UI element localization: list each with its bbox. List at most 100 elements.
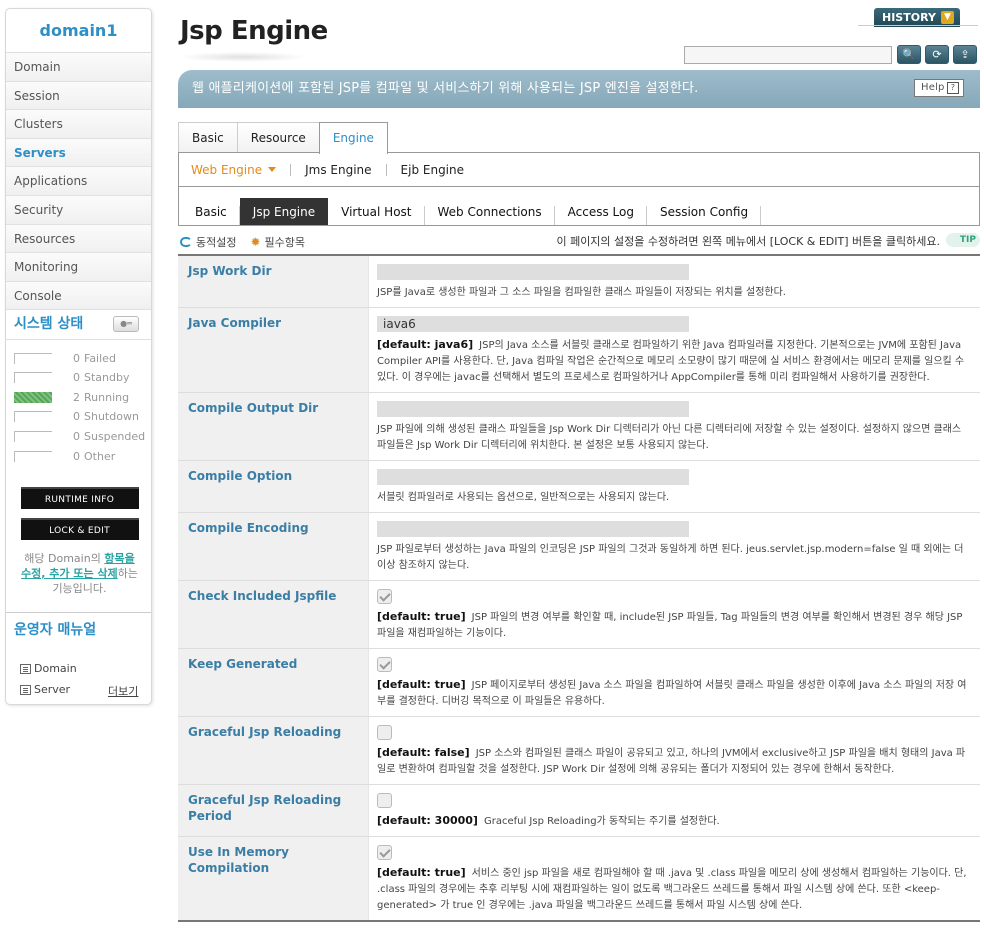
check-included-jspfile-checkbox[interactable] <box>377 589 392 604</box>
domain-panel: domain1 Domain Session Clusters Servers … <box>5 8 152 705</box>
title-shadow <box>178 52 308 62</box>
use-in-memory-compilation-checkbox[interactable] <box>377 845 392 860</box>
subtab-web-engine[interactable]: Web Engine <box>191 163 277 177</box>
setting-description: [default: true] 서비스 중인 jsp 파일을 새로 컴파일해야 할… <box>377 865 972 914</box>
domain-name[interactable]: domain1 <box>6 9 151 53</box>
status-standby: 0 Standby <box>14 368 151 388</box>
xml-export-icon[interactable]: ⇪ <box>953 45 977 64</box>
lock-edit-button[interactable]: LOCK & EDIT <box>20 518 139 540</box>
graceful-jsp-reloading-period-checkbox[interactable] <box>377 793 392 808</box>
status-label: Shutdown <box>84 410 139 424</box>
compile-output-dir-input[interactable] <box>377 401 689 417</box>
status-label: Running <box>84 390 130 404</box>
setting-value: [default: true] JSP 페이지로부터 생성된 Java 소스 파일… <box>369 649 980 716</box>
sidebar-item-domain[interactable]: Domain <box>6 53 151 82</box>
document-icon <box>20 684 31 695</box>
runtime-info-button[interactable]: RUNTIME INFO <box>20 487 139 509</box>
sidebar-item-servers[interactable]: Servers <box>6 138 151 168</box>
compile-option-input[interactable] <box>377 469 689 485</box>
subtab-label: Ejb Engine <box>400 162 465 177</box>
sidebar-divider <box>6 612 151 613</box>
engine-subtabs: Web Engine Jms Engine Ejb Engine <box>178 152 980 187</box>
setting-value: JSP를 Java로 생성한 파일과 그 소스 파일을 컴파일한 클래스 파일들… <box>369 256 980 307</box>
subtab-separator <box>385 163 387 176</box>
status-running: 2 Running <box>14 388 151 408</box>
sidebar-item-clusters[interactable]: Clusters <box>6 110 151 139</box>
status-toggle-icon[interactable]: ●═ <box>113 316 139 333</box>
status-label: Suspended <box>84 430 146 444</box>
system-status-header: 시스템 상태 ●═ <box>6 310 151 341</box>
status-bar <box>14 411 52 423</box>
description-bar: 웹 애플리케이션에 포함된 JSP를 컴파일 및 서비스하기 위해 사용되는 J… <box>178 70 980 108</box>
subtab-separator <box>290 163 292 176</box>
status-label: Failed <box>84 351 116 365</box>
status-count: 0 <box>73 371 80 385</box>
manual-item-domain[interactable]: Domain <box>20 662 77 675</box>
sidebar-item-session[interactable]: Session <box>6 81 151 111</box>
sidebar-item-console[interactable]: Console <box>6 281 151 311</box>
setting-row-graceful-jsp-reloading: Graceful Jsp Reloading [default: false] J… <box>178 717 980 785</box>
setting-row-jsp-work-dir: Jsp Work Dir JSP를 Java로 생성한 파일과 그 소스 파일을… <box>178 256 980 308</box>
status-label: Other <box>84 449 116 463</box>
tab-web-basic[interactable]: Basic <box>182 198 240 226</box>
tab-resource[interactable]: Resource <box>236 122 320 153</box>
sidebar-item-security[interactable]: Security <box>6 195 151 225</box>
setting-description: [default: 30000] Graceful Jsp Reloading가 … <box>377 813 972 830</box>
setting-value: [default: true] 서비스 중인 jsp 파일을 새로 컴파일해야 할… <box>369 837 980 920</box>
settings-table: Jsp Work Dir JSP를 Java로 생성한 파일과 그 소스 파일을… <box>178 254 980 922</box>
search-icon[interactable]: 🔍 <box>897 45 921 64</box>
default-value: [default: true] <box>377 678 466 691</box>
sidebar-item-resources[interactable]: Resources <box>6 224 151 254</box>
tab-engine[interactable]: Engine <box>318 122 388 154</box>
page-title: Jsp Engine <box>180 16 328 46</box>
tab-virtual-host[interactable]: Virtual Host <box>328 198 425 226</box>
setting-label: Graceful Jsp Reloading <box>178 717 369 784</box>
default-value: [default: java6] <box>377 338 474 351</box>
manual-item-label: Server <box>34 683 71 696</box>
setting-label: Graceful Jsp Reloading Period <box>178 785 369 836</box>
setting-value: [default: java6]JSP의 Java 소스를 서블릿 클래스로 컴… <box>369 308 980 392</box>
tab-jsp-engine[interactable]: Jsp Engine <box>239 198 329 226</box>
status-other: 0 Other <box>14 446 151 466</box>
setting-description: [default: true] JSP 페이지로부터 생성된 Java 소스 파일… <box>377 677 972 710</box>
dynamic-setting-icon <box>180 237 192 247</box>
subtab-ejb-engine[interactable]: Ejb Engine <box>401 163 464 177</box>
setting-label: Compile Encoding <box>178 513 369 580</box>
status-bar <box>14 431 52 443</box>
tip-badge[interactable]: TIP <box>946 233 980 247</box>
setting-desc-text: JSP 파일로부터 생성하는 Java 파일의 인코딩은 JSP 파일의 그것과… <box>377 544 964 571</box>
java-compiler-input[interactable] <box>377 316 689 332</box>
keep-generated-checkbox[interactable] <box>377 657 392 672</box>
status-bar <box>14 352 52 364</box>
tab-web-connections[interactable]: Web Connections <box>425 198 555 226</box>
tab-access-log[interactable]: Access Log <box>555 198 648 226</box>
sidebar-item-monitoring[interactable]: Monitoring <box>6 253 151 282</box>
setting-description: [default: java6] JSP의 Java 소스를 서블릿 클래스로 컴… <box>377 337 972 386</box>
setting-description: JSP를 Java로 생성한 파일과 그 소스 파일을 컴파일한 클래스 파일들… <box>377 285 972 301</box>
setting-row-compile-encoding: Compile Encoding JSP 파일로부터 생성하는 Java 파일의… <box>178 513 980 581</box>
primary-tabs: Basic Resource Engine <box>178 122 388 154</box>
setting-desc-text: JSP 파일에 의해 생성된 클래스 파일들을 Jsp Work Dir 디렉터… <box>377 424 962 451</box>
search-input[interactable] <box>684 46 892 64</box>
setting-row-java-compiler: Java Compiler [default: java6]JSP의 Java … <box>178 308 980 393</box>
setting-label: Compile Output Dir <box>178 393 369 460</box>
tab-basic[interactable]: Basic <box>178 122 238 153</box>
subtab-jms-engine[interactable]: Jms Engine <box>305 163 371 177</box>
sidebar-item-applications[interactable]: Applications <box>6 167 151 196</box>
graceful-jsp-reloading-checkbox[interactable] <box>377 725 392 740</box>
system-status-list: 0 Failed 0 Standby 2 Running 0 Shutdown … <box>6 340 151 470</box>
status-failed: 0 Failed <box>14 348 151 368</box>
required-icon: ✹ <box>250 235 261 249</box>
compile-encoding-input[interactable] <box>377 521 689 537</box>
web-engine-tabs: Basic Jsp Engine Virtual Host Web Connec… <box>178 187 980 226</box>
refresh-icon[interactable]: ⟳ <box>925 45 949 64</box>
help-button[interactable]: Help ? <box>914 79 964 97</box>
status-shutdown: 0 Shutdown <box>14 407 151 427</box>
setting-description: JSP 파일로부터 생성하는 Java 파일의 인코딩은 JSP 파일의 그것과… <box>377 542 972 574</box>
manual-item-server[interactable]: Server <box>20 683 70 696</box>
status-count: 0 <box>73 430 80 444</box>
more-link[interactable]: 더보기 <box>108 683 138 699</box>
jsp-work-dir-input[interactable] <box>377 264 689 280</box>
setting-desc-text: JSP를 Java로 생성한 파일과 그 소스 파일을 컴파일한 클래스 파일들… <box>377 287 786 298</box>
tab-session-config[interactable]: Session Config <box>647 198 762 226</box>
